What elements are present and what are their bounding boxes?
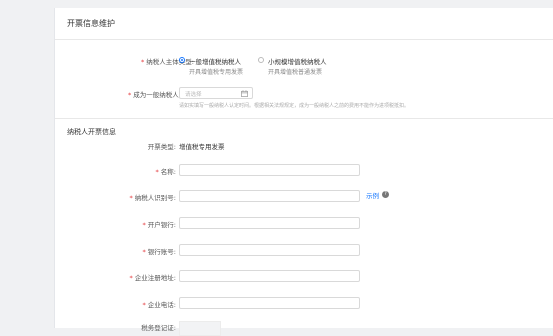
required-mark: * — [142, 301, 146, 309]
account-input[interactable] — [179, 244, 360, 256]
option-small-title[interactable]: 小规模增值税纳税人 — [268, 56, 327, 66]
required-mark: * — [155, 168, 159, 176]
example-link[interactable]: 示例 — [366, 190, 379, 200]
bank-input[interactable] — [179, 217, 360, 229]
required-mark: * — [129, 274, 133, 282]
section-title: 纳税人开票信息 — [67, 128, 116, 136]
required-mark: * — [142, 221, 146, 229]
name-label: * 名称: — [155, 168, 176, 176]
required-mark: * — [142, 248, 146, 256]
help-icon[interactable]: ? — [382, 191, 389, 198]
phone-label: * 企业电话: — [142, 301, 176, 309]
tax-id-label: * 纳税人识别号: — [129, 194, 176, 202]
taxpayer-type-label: * 纳税人主体类型: — [141, 58, 194, 66]
required-mark: * — [141, 58, 145, 66]
radio-small-taxpayer[interactable] — [258, 57, 264, 63]
radio-general-taxpayer[interactable] — [179, 57, 185, 63]
required-mark: * — [128, 91, 132, 99]
bank-label: * 开户银行: — [142, 221, 176, 229]
invoice-type-value: 增值税专用发票 — [179, 143, 225, 151]
general-time-hint: 请如实填写一般纳税人认定时间。根据相关法规规定，成为一般纳税人之前的费用不能作为… — [179, 103, 410, 109]
general-time-date-input[interactable]: 请选择 — [179, 87, 253, 99]
invoice-info-panel: 开票信息维护 * 纳税人主体类型: 一般增值税纳税人 开具增值税专用发票 小规模增… — [54, 8, 553, 336]
option-general-title[interactable]: 一般增值税纳税人 — [189, 56, 241, 66]
tax-cert-upload[interactable] — [179, 321, 221, 336]
invoice-type-label: 开票类型: — [147, 143, 176, 151]
option-general-sub: 开具增值税专用发票 — [189, 69, 244, 76]
account-label: * 银行账号: — [142, 248, 176, 256]
date-placeholder: 请选择 — [185, 92, 202, 98]
name-input[interactable] — [179, 164, 360, 176]
option-small-sub: 开具增值税普通发票 — [268, 69, 323, 76]
address-label: * 企业注册地址: — [129, 274, 176, 282]
required-mark: * — [129, 194, 133, 202]
phone-input[interactable] — [179, 297, 360, 309]
panel-header: 开票信息维护 — [55, 8, 553, 40]
calendar-icon — [241, 90, 248, 97]
address-input[interactable] — [179, 270, 360, 282]
tax-id-input[interactable] — [179, 190, 360, 202]
tax-cert-label: 税务登记证: — [141, 324, 176, 332]
page-title: 开票信息维护 — [67, 19, 115, 28]
section-divider — [55, 118, 553, 119]
